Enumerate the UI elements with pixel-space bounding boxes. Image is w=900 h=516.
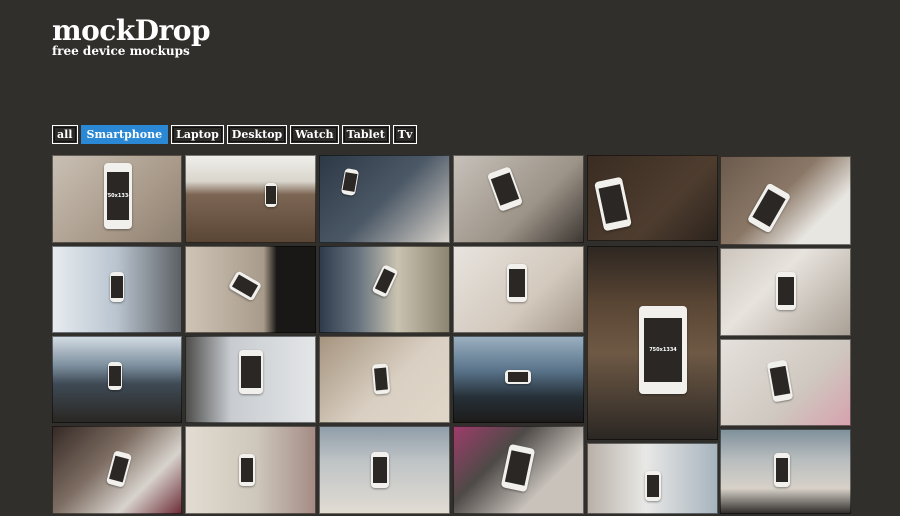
smartphone-mockup-image [265, 183, 277, 207]
smartphone-mockup-image: 750x1334 [104, 163, 132, 229]
mockup-tile[interactable] [185, 336, 316, 423]
filter-smartphone[interactable]: Smartphone [80, 125, 169, 144]
smartphone-mockup-image [340, 167, 360, 197]
phone-screen-label [240, 458, 254, 482]
smartphone-mockup-image [594, 176, 632, 232]
phone-screen-label [372, 457, 388, 483]
smartphone-mockup-image: 750x1334 [639, 306, 687, 394]
mockup-gallery-grid: 750x1334 750x1334 [52, 154, 852, 516]
smartphone-mockup-image [507, 264, 527, 302]
phone-screen-label [752, 189, 786, 227]
smartphone-mockup-image [486, 166, 524, 212]
phone-screen-label [778, 277, 794, 305]
site-title: mockDrop [52, 14, 211, 47]
phone-screen-label [241, 356, 261, 388]
smartphone-mockup-image [746, 182, 792, 234]
phone-screen-label [231, 274, 259, 298]
smartphone-mockup-image [108, 362, 122, 390]
filter-all[interactable]: all [52, 125, 78, 144]
mockup-tile[interactable] [52, 336, 182, 423]
mockup-tile[interactable] [453, 246, 584, 333]
phone-screen-label [111, 276, 123, 298]
smartphone-mockup-image [776, 272, 796, 310]
smartphone-mockup-image [110, 272, 124, 302]
mockup-tile[interactable] [453, 426, 584, 514]
mockup-tile[interactable] [319, 155, 450, 243]
mockup-tile[interactable] [319, 246, 450, 333]
mockup-tile[interactable] [720, 156, 851, 245]
phone-screen-label [598, 184, 628, 224]
site-logo[interactable]: mockDrop free device mockups [52, 14, 211, 58]
mockup-tile[interactable]: 750x1334 [587, 246, 718, 440]
smartphone-mockup-image [105, 450, 133, 488]
mockup-tile[interactable] [720, 339, 851, 426]
phone-screen-label [342, 171, 358, 193]
smartphone-mockup-image [766, 359, 794, 403]
site-subtitle: free device mockups [52, 44, 190, 58]
phone-screen-label [769, 365, 791, 397]
phone-screen-label [646, 475, 660, 497]
smartphone-mockup-image [371, 264, 399, 298]
smartphone-mockup-image [371, 452, 389, 488]
smartphone-mockup-image [774, 453, 790, 487]
mockup-tile[interactable] [720, 248, 851, 336]
phone-screen-label [373, 367, 389, 391]
mockup-tile[interactable] [587, 443, 718, 514]
mockup-tile[interactable] [52, 426, 182, 514]
phone-screen-label [504, 450, 532, 486]
smartphone-mockup-image [239, 350, 263, 394]
phone-screen-label [109, 365, 121, 387]
mockup-tile[interactable] [52, 246, 182, 333]
category-filter-bar: all Smartphone Laptop Desktop Watch Tabl… [52, 125, 418, 144]
phone-screen-label: 750x1334 [643, 318, 683, 382]
phone-screen-label [509, 269, 525, 297]
mockup-tile[interactable]: 750x1334 [52, 155, 182, 243]
mockup-tile[interactable] [185, 155, 316, 243]
mockup-tile[interactable] [720, 429, 851, 514]
smartphone-mockup-image [500, 443, 536, 493]
phone-screen-label [108, 455, 130, 483]
smartphone-mockup-image [645, 471, 661, 501]
mockup-tile[interactable] [453, 336, 584, 423]
filter-laptop[interactable]: Laptop [171, 125, 224, 144]
filter-tv[interactable]: Tv [392, 125, 418, 144]
mockup-tile[interactable] [185, 246, 316, 333]
smartphone-mockup-image [371, 363, 391, 395]
mockup-tile[interactable] [185, 426, 316, 514]
mockup-tile[interactable] [587, 155, 718, 241]
mockup-tile[interactable] [319, 426, 450, 514]
phone-screen-label [507, 371, 529, 383]
phone-screen-label [491, 172, 519, 206]
filter-desktop[interactable]: Desktop [226, 125, 288, 144]
phone-screen-label [775, 457, 789, 483]
filter-tablet[interactable]: Tablet [341, 125, 390, 144]
phone-screen-label: 750x1334 [106, 172, 130, 220]
smartphone-mockup-image [505, 370, 531, 384]
phone-screen-label [266, 186, 276, 204]
phone-screen-label [374, 268, 396, 294]
smartphone-mockup-image [227, 270, 263, 302]
smartphone-mockup-image [239, 454, 255, 486]
mockup-tile[interactable] [319, 336, 450, 423]
filter-watch[interactable]: Watch [290, 125, 339, 144]
mockup-tile[interactable] [453, 155, 584, 243]
